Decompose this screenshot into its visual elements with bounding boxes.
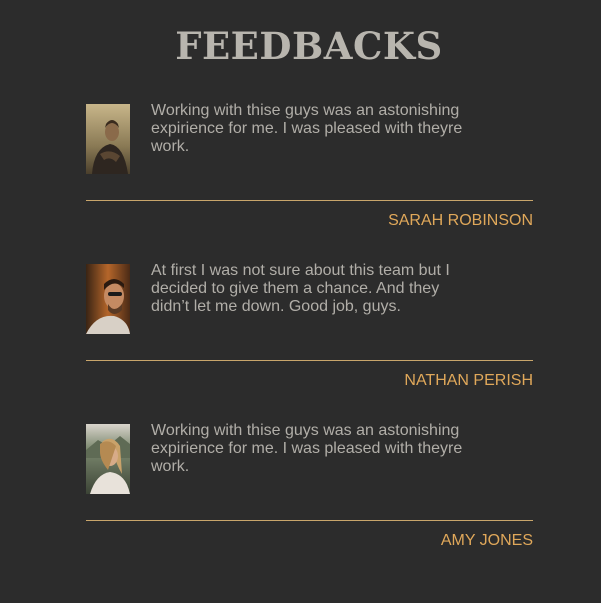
divider bbox=[86, 360, 533, 361]
feedback-item: Working with thise guys was an astonishi… bbox=[86, 102, 533, 244]
person-photo-icon bbox=[86, 104, 130, 174]
feedback-author: AMY JONES bbox=[440, 532, 533, 549]
feedback-item: At first I was not sure about this team … bbox=[86, 262, 533, 404]
feedback-quote: At first I was not sure about this team … bbox=[151, 262, 450, 315]
feedback-author: SARAH ROBINSON bbox=[388, 212, 533, 229]
page-title: FEEDBACKS bbox=[175, 24, 443, 68]
person-photo-icon bbox=[86, 264, 130, 334]
feedback-quote: Working with thise guys was an astonishi… bbox=[151, 102, 463, 155]
avatar bbox=[86, 104, 130, 174]
person-photo-icon bbox=[86, 424, 130, 494]
feedback-quote: Working with thise guys was an astonishi… bbox=[151, 422, 463, 475]
divider bbox=[86, 520, 533, 521]
avatar bbox=[86, 264, 130, 334]
feedback-author: NATHAN PERISH bbox=[404, 372, 533, 389]
avatar bbox=[86, 424, 130, 494]
feedback-item: Working with thise guys was an astonishi… bbox=[86, 422, 533, 564]
feedbacks-section: FEEDBACKS Working with thise guys was an bbox=[0, 0, 601, 603]
divider bbox=[86, 200, 533, 201]
